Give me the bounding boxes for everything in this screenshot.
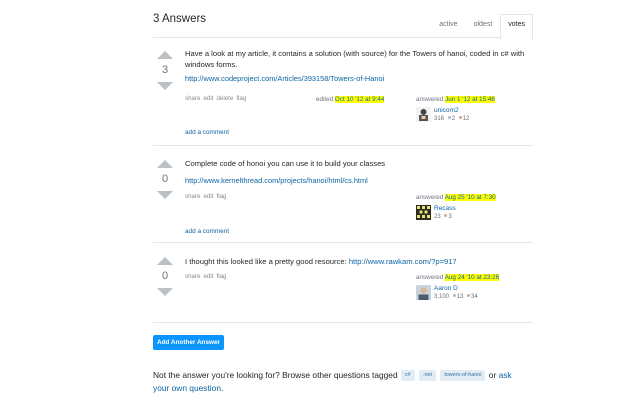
divider xyxy=(153,322,533,323)
flag-link[interactable]: flag xyxy=(236,95,246,102)
edit-link[interactable]: edit xyxy=(203,193,213,200)
post-menu: share edit delete flag xyxy=(185,95,246,102)
answer-link[interactable]: http://www.rawkam.com/?p=917 xyxy=(349,257,457,266)
answered-time[interactable]: Aug 24 '10 at 23:26 xyxy=(444,274,500,281)
user-card: answered Jun 1 '12 at 15:46 unicom2 316 … xyxy=(416,96,536,125)
vote-count: 0 xyxy=(161,270,169,282)
post-menu: share edit flag xyxy=(185,193,226,200)
upvote-arrow-icon[interactable] xyxy=(157,51,173,59)
footer-text: Not the answer you're looking for? Brows… xyxy=(153,370,398,380)
answer-body: I thought this looked like a pretty good… xyxy=(185,257,457,266)
user-name[interactable]: unicom2 xyxy=(434,107,459,114)
delete-link[interactable]: delete xyxy=(216,95,233,102)
footer-prompt: Not the answer you're looking for? Brows… xyxy=(153,370,512,393)
upvote-arrow-icon[interactable] xyxy=(157,160,173,168)
edited-label: edited xyxy=(316,96,334,103)
downvote-arrow-icon[interactable] xyxy=(157,288,173,296)
share-link[interactable]: share xyxy=(185,193,200,200)
tag-csharp[interactable]: c# xyxy=(400,370,415,382)
user-reputation: 3,100 13 34 xyxy=(434,294,478,300)
vote-cell: 0 xyxy=(153,160,177,199)
user-name[interactable]: Recass xyxy=(434,205,456,212)
answer-body: Complete code of honoi you can use it to… xyxy=(185,159,386,168)
edit-link[interactable]: edit xyxy=(203,273,213,280)
vote-count: 3 xyxy=(161,64,169,76)
answer-link[interactable]: http://www.codeproject.com/Articles/3931… xyxy=(185,74,384,83)
answer-body: Have a look at my article, it contains a… xyxy=(185,49,525,69)
downvote-arrow-icon[interactable] xyxy=(157,191,173,199)
sort-tabs: active oldest votes xyxy=(431,14,533,39)
bronze-badge-icon xyxy=(444,214,448,218)
tab-votes[interactable]: votes xyxy=(500,14,533,39)
answered-label: answered xyxy=(416,96,444,103)
upvote-arrow-icon[interactable] xyxy=(157,257,173,265)
answered-time[interactable]: Aug 25 '10 at 7:30 xyxy=(444,194,496,201)
user-card: answered Aug 24 '10 at 23:26 Aaron D 3,1… xyxy=(416,274,536,303)
tab-oldest[interactable]: oldest xyxy=(466,14,501,38)
share-link[interactable]: share xyxy=(185,95,200,102)
share-link[interactable]: share xyxy=(185,273,200,280)
add-another-answer-button[interactable]: Add Another Answer xyxy=(153,335,224,350)
vote-cell: 3 xyxy=(153,51,177,90)
tag-dotnet[interactable]: .net xyxy=(418,370,436,382)
user-name[interactable]: Aaron D xyxy=(434,285,458,292)
answer-3: 0 I thought this looked like a pretty go… xyxy=(153,243,533,321)
answer-2: 0 Complete code of honoi you can use it … xyxy=(153,146,533,242)
flag-link[interactable]: flag xyxy=(216,193,226,200)
answers-count-title: 3 Answers xyxy=(153,13,207,25)
user-reputation: 23 3 xyxy=(434,214,452,220)
answer-1: 3 Have a look at my article, it contains… xyxy=(153,38,533,145)
edit-link[interactable]: edit xyxy=(203,95,213,102)
answered-label: answered xyxy=(416,194,444,201)
avatar[interactable] xyxy=(416,107,431,122)
flag-link[interactable]: flag xyxy=(216,273,226,280)
add-comment-link[interactable]: add a comment xyxy=(185,228,229,235)
avatar[interactable] xyxy=(416,205,431,220)
vote-cell: 0 xyxy=(153,257,177,296)
avatar[interactable] xyxy=(416,285,431,300)
tag-towers-of-hanoi[interactable]: towers-of-hanoi xyxy=(440,370,486,382)
vote-count: 0 xyxy=(161,173,169,185)
silver-badge-icon xyxy=(447,116,451,120)
user-reputation: 316 2 12 xyxy=(434,116,470,122)
add-comment-link[interactable]: add a comment xyxy=(185,129,229,136)
bronze-badge-icon xyxy=(458,116,462,120)
answered-time[interactable]: Jun 1 '12 at 15:46 xyxy=(445,96,495,103)
bronze-badge-icon xyxy=(467,294,471,298)
footer-or: or xyxy=(488,370,497,380)
post-menu: share edit flag xyxy=(185,273,226,280)
downvote-arrow-icon[interactable] xyxy=(157,82,173,90)
edited-info: edited Oct 10 '12 at 9:44 xyxy=(316,96,385,103)
answered-label: answered xyxy=(416,274,444,281)
edited-time[interactable]: Oct 10 '12 at 9:44 xyxy=(334,96,385,103)
answer-link[interactable]: http://www.kernelthread.com/projects/han… xyxy=(185,176,368,185)
answers-header: 3 Answers active oldest votes xyxy=(153,0,533,39)
user-card: answered Aug 25 '10 at 7:30 Recass 23 3 xyxy=(416,194,536,223)
tab-active[interactable]: active xyxy=(431,14,465,38)
silver-badge-icon xyxy=(452,294,456,298)
